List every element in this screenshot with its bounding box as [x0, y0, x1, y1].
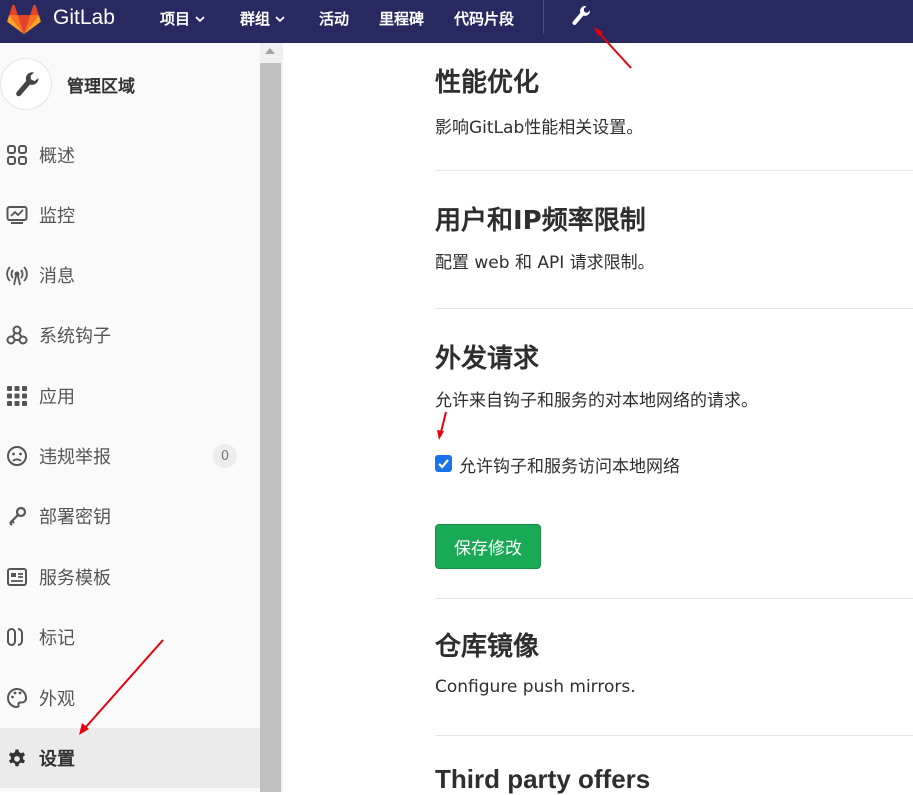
sidebar-item-label: 外观	[39, 689, 75, 710]
allow-local-network-label[interactable]: 允许钩子和服务访问本地网络	[459, 452, 680, 477]
sidebar-item-overview[interactable]: 概述	[0, 125, 260, 185]
sidebar-item-service-templates[interactable]: 服务模板	[0, 547, 260, 607]
checkmark-icon	[438, 459, 449, 469]
section-desc-outbound-requests: 允许来自钩子和服务的对本地网络的请求。	[435, 391, 758, 411]
section-desc-repository-mirror: Configure push mirrors.	[435, 677, 636, 697]
labels-icon	[7, 628, 23, 646]
sidebar-item-label: 应用	[39, 387, 75, 408]
scrollbar-thumb[interactable]	[260, 63, 281, 792]
sidebar-item-label: 消息	[39, 266, 75, 287]
section-title-performance: 性能优化	[435, 68, 540, 98]
admin-wrench-icon[interactable]	[571, 5, 591, 27]
sidebar-item-system-hooks[interactable]: 系统钩子	[0, 305, 260, 365]
top-navbar: GitLab 项目 群组 活动 里程碑 代码片段	[0, 0, 913, 43]
sidebar-item-label: 系统钩子	[39, 326, 111, 347]
brand-name[interactable]: GitLab	[53, 6, 115, 30]
template-icon	[7, 568, 27, 586]
chevron-down-icon	[275, 15, 285, 22]
gitlab-logo-icon[interactable]	[6, 5, 42, 35]
hook-icon	[6, 325, 28, 345]
apps-grid-icon	[7, 386, 27, 406]
sidebar-item-label: 部署密钥	[39, 507, 111, 528]
sidebar-title: 管理区域	[67, 77, 135, 97]
nav-groups-label: 群组	[240, 10, 271, 28]
nav-snippets-label: 代码片段	[454, 10, 515, 28]
chevron-down-icon	[195, 15, 205, 22]
section-divider	[435, 170, 913, 171]
nav-divider	[543, 0, 544, 34]
content-separator	[281, 43, 283, 792]
section-title-outbound-requests: 外发请求	[435, 344, 540, 374]
sidebar-item-abuse-reports[interactable]: 违规举报 0	[0, 426, 260, 486]
nav-projects[interactable]: 项目	[160, 8, 206, 29]
section-desc-performance: 影响GitLab性能相关设置。	[435, 118, 644, 138]
avatar	[0, 58, 52, 110]
admin-sidebar: 管理区域 概述 监控 消息 系统钩子 应用 违规举报 0 部署密钥 服务模板 标…	[0, 43, 260, 792]
nav-snippets[interactable]: 代码片段	[454, 8, 514, 29]
frown-icon	[7, 446, 27, 466]
section-divider	[435, 308, 913, 309]
save-changes-button[interactable]: 保存修改	[435, 524, 541, 569]
sidebar-item-label: 标记	[39, 628, 75, 649]
nav-activity[interactable]: 活动	[319, 8, 349, 29]
annotation-arrow-icon	[437, 411, 447, 440]
section-title-third-party-offers: Third party offers	[435, 764, 651, 794]
nav-projects-label: 项目	[160, 10, 191, 28]
nav-groups[interactable]: 群组	[240, 8, 286, 29]
sidebar-item-settings[interactable]: 设置	[0, 728, 260, 788]
monitor-icon	[6, 206, 28, 224]
key-icon	[9, 506, 27, 526]
overview-grid-icon	[7, 145, 27, 165]
section-title-repository-mirror: 仓库镜像	[435, 632, 540, 662]
palette-icon	[7, 687, 27, 709]
sidebar-item-labels[interactable]: 标记	[0, 607, 260, 667]
sidebar-item-monitoring[interactable]: 监控	[0, 185, 260, 245]
sidebar-item-label: 概述	[39, 146, 75, 167]
broadcast-icon	[6, 266, 28, 286]
sidebar-item-deploy-keys[interactable]: 部署密钥	[0, 486, 260, 546]
gear-icon	[9, 749, 25, 767]
nav-activity-label: 活动	[319, 10, 350, 28]
nav-milestones[interactable]: 里程碑	[379, 8, 424, 29]
nav-milestones-label: 里程碑	[379, 10, 425, 28]
sidebar-item-messages[interactable]: 消息	[0, 245, 260, 305]
section-desc-rate-limits: 配置 web 和 API 请求限制。	[435, 253, 655, 273]
section-title-rate-limits: 用户和IP频率限制	[435, 206, 646, 236]
sidebar-item-label: 设置	[39, 749, 75, 770]
count-badge: 0	[213, 444, 237, 468]
sidebar-header[interactable]: 管理区域	[0, 58, 260, 110]
sidebar-item-label: 违规举报	[39, 447, 111, 468]
scroll-up-arrow-icon[interactable]	[265, 48, 275, 54]
wrench-icon	[16, 72, 39, 97]
sidebar-item-applications[interactable]: 应用	[0, 366, 260, 426]
section-divider	[435, 598, 913, 599]
sidebar-item-appearance[interactable]: 外观	[0, 668, 260, 728]
sidebar-item-label: 监控	[39, 206, 75, 227]
allow-local-network-checkbox[interactable]	[435, 455, 452, 472]
sidebar-scrollbar[interactable]	[260, 43, 281, 792]
sidebar-item-label: 服务模板	[39, 568, 111, 589]
section-divider	[435, 735, 913, 736]
